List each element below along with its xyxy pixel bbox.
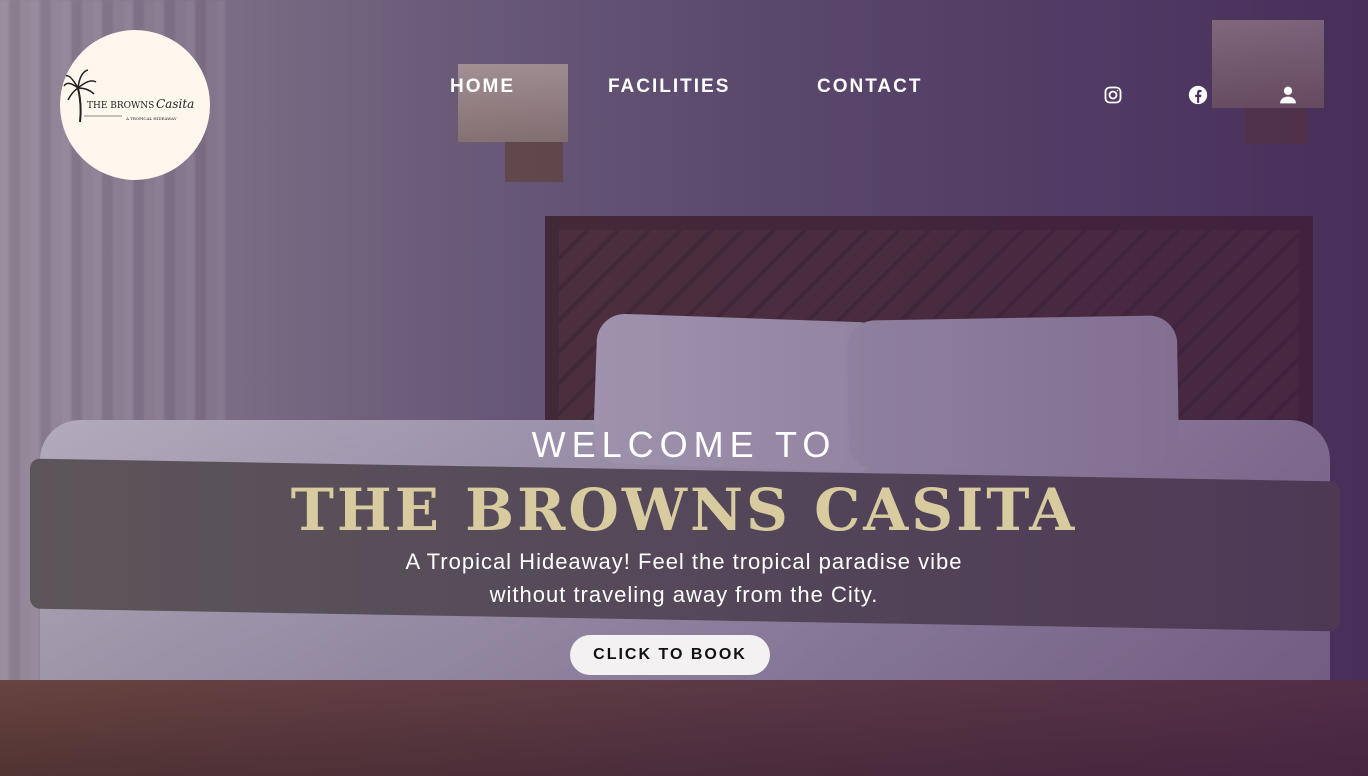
hero-tagline-line-1: A Tropical Hideaway! Feel the tropical p… xyxy=(405,549,963,574)
hero-welcome-text: WELCOME TO xyxy=(531,424,837,465)
svg-text:Casita: Casita xyxy=(156,97,194,111)
nav-item-contact[interactable]: CONTACT xyxy=(817,76,922,98)
user-account-icon[interactable] xyxy=(1278,85,1298,105)
site-logo[interactable]: THE BROWNS Casita A TROPICAL HIDEAWAY xyxy=(60,30,210,180)
palm-tree-logo-icon: THE BROWNS Casita A TROPICAL HIDEAWAY xyxy=(63,69,194,123)
nav-item-facilities[interactable]: FACILITIES xyxy=(608,76,730,98)
svg-text:A TROPICAL HIDEAWAY: A TROPICAL HIDEAWAY xyxy=(125,116,177,121)
hero-tagline-line-2: without traveling away from the City. xyxy=(489,582,879,607)
book-button[interactable]: CLICK TO BOOK xyxy=(570,635,770,675)
instagram-icon[interactable] xyxy=(1103,85,1123,105)
svg-text:THE BROWNS: THE BROWNS xyxy=(87,101,154,111)
hero-tagline: A Tropical Hideaway! Feel the tropical p… xyxy=(0,545,1368,611)
hero-title: THE BROWNS CASITA xyxy=(290,476,1078,544)
nav-item-home[interactable]: HOME xyxy=(450,76,515,98)
facebook-icon[interactable] xyxy=(1188,85,1208,105)
